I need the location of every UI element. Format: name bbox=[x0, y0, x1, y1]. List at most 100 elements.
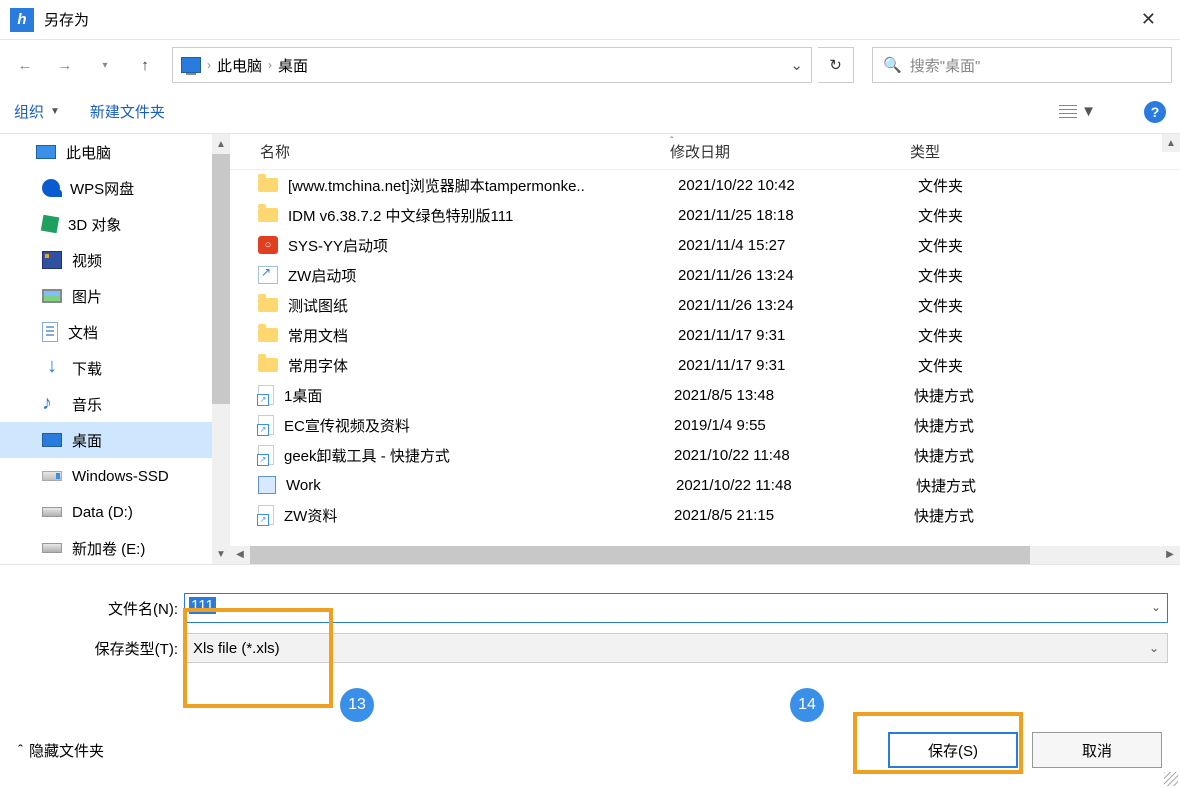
refresh-button[interactable]: ↻ bbox=[818, 47, 854, 83]
file-row[interactable]: IDM v6.38.7.2 中文绿色特别版1112021/11/25 18:18… bbox=[230, 200, 1180, 230]
chevron-down-icon[interactable]: ⌄ bbox=[790, 56, 803, 74]
scroll-left-icon[interactable]: ◀ bbox=[230, 546, 250, 564]
chevron-down-icon: ▼ bbox=[1081, 103, 1096, 120]
video-icon bbox=[42, 251, 62, 269]
file-name: EC宣传视频及资料 bbox=[284, 415, 674, 436]
scrollbar-thumb[interactable] bbox=[250, 546, 1030, 564]
file-type: 文件夹 bbox=[918, 175, 963, 196]
sidebar-item[interactable]: 文档 bbox=[0, 314, 230, 350]
save-button[interactable]: 保存(S) bbox=[888, 732, 1018, 768]
sidebar-item[interactable]: ↓下载 bbox=[0, 350, 230, 386]
path-bar[interactable]: › 此电脑 › 桌面 ⌄ bbox=[172, 47, 812, 83]
back-button[interactable]: ← bbox=[8, 48, 42, 82]
sidebar-item-label: 音乐 bbox=[72, 394, 102, 415]
file-row[interactable]: Work2021/10/22 11:48快捷方式 bbox=[230, 470, 1180, 500]
organize-button[interactable]: 组织▼ bbox=[14, 101, 60, 122]
file-pane: 名称 ˆ 修改日期 类型 ▲ [www.tmchina.net]浏览器脚本tam… bbox=[230, 134, 1180, 564]
file-date: 2021/8/5 21:15 bbox=[674, 507, 914, 524]
file-name: geek卸载工具 - 快捷方式 bbox=[284, 445, 674, 466]
help-button[interactable]: ? bbox=[1144, 101, 1166, 123]
resize-grip-icon[interactable] bbox=[1164, 772, 1178, 786]
file-name: 测试图纸 bbox=[288, 295, 678, 316]
sidebar-item[interactable]: 3D 对象 bbox=[0, 206, 230, 242]
sidebar-item[interactable]: Data (D:) bbox=[0, 494, 230, 530]
path-root[interactable]: 此电脑 bbox=[217, 55, 262, 76]
view-mode-button[interactable]: ▼ bbox=[1059, 103, 1096, 120]
sidebar-item[interactable]: Windows-SSD bbox=[0, 458, 230, 494]
link-icon bbox=[258, 445, 274, 465]
file-type: 文件夹 bbox=[918, 355, 963, 376]
cancel-button[interactable]: 取消 bbox=[1032, 732, 1162, 768]
sidebar-item-label: 图片 bbox=[72, 286, 102, 307]
link-icon bbox=[258, 505, 274, 525]
file-type: 快捷方式 bbox=[914, 415, 974, 436]
chevron-up-icon: ˆ bbox=[18, 742, 23, 759]
column-name[interactable]: 名称 ˆ bbox=[230, 141, 660, 162]
annotation-badge: 14 bbox=[790, 688, 824, 722]
scroll-right-icon[interactable]: ▶ bbox=[1160, 546, 1180, 564]
file-date: 2021/11/26 13:24 bbox=[678, 267, 918, 284]
filetype-select[interactable]: Xls file (*.xls) ⌄ bbox=[184, 633, 1168, 663]
file-row[interactable]: [www.tmchina.net]浏览器脚本tamperm​onke..2021… bbox=[230, 170, 1180, 200]
file-name: IDM v6.38.7.2 中文绿色特别版111 bbox=[288, 205, 678, 226]
search-input[interactable]: 🔍 搜索"桌面" bbox=[872, 47, 1172, 83]
sidebar-item[interactable]: 此电脑 bbox=[0, 134, 230, 170]
file-row[interactable]: 常用文档2021/11/17 9:31文件夹 bbox=[230, 320, 1180, 350]
file-date: 2021/8/5 13:48 bbox=[674, 387, 914, 404]
forward-button[interactable]: → bbox=[48, 48, 82, 82]
sidebar-item[interactable]: 新加卷 (E:) bbox=[0, 530, 230, 564]
scroll-up-icon[interactable]: ▲ bbox=[212, 134, 230, 154]
file-row[interactable]: EC宣传视频及资料2019/1/4 9:55快捷方式 bbox=[230, 410, 1180, 440]
sidebar-item-label: 3D 对象 bbox=[68, 214, 121, 235]
file-name: Work bbox=[286, 477, 676, 494]
chevron-down-icon[interactable]: ⌄ bbox=[1151, 600, 1161, 614]
new-folder-button[interactable]: 新建文件夹 bbox=[90, 101, 165, 122]
up-button[interactable]: ↑ bbox=[128, 48, 162, 82]
sidebar-item-label: 此电脑 bbox=[66, 142, 111, 163]
file-type: 文件夹 bbox=[918, 205, 963, 226]
sidebar-item[interactable]: 视频 bbox=[0, 242, 230, 278]
sidebar: 此电脑 WPS网盘 3D 对象视频图片文档 ↓下载♪音乐桌面Windows-SSDDa… bbox=[0, 134, 230, 564]
file-date: 2021/11/4 15:27 bbox=[678, 237, 918, 254]
work-icon bbox=[258, 476, 276, 494]
footer-row: ˆ 隐藏文件夹 保存(S) 取消 bbox=[0, 732, 1180, 768]
sidebar-item-label: 视频 bbox=[72, 250, 102, 271]
file-row[interactable]: 常用字体2021/11/17 9:31文件夹 bbox=[230, 350, 1180, 380]
sidebar-item[interactable]: 桌面 bbox=[0, 422, 230, 458]
header-scroll-up-icon[interactable]: ▲ bbox=[1162, 134, 1180, 152]
sidebar-item[interactable]: 图片 bbox=[0, 278, 230, 314]
folder-icon bbox=[258, 358, 278, 372]
filetype-label: 保存类型(T): bbox=[0, 638, 184, 659]
file-row[interactable]: ○SYS-YY启动项2021/11/4 15:27文件夹 bbox=[230, 230, 1180, 260]
file-row[interactable]: ZW启动项2021/11/26 13:24文件夹 bbox=[230, 260, 1180, 290]
chevron-right-icon: › bbox=[268, 58, 272, 72]
horizontal-scrollbar[interactable]: ◀ ▶ bbox=[230, 546, 1180, 564]
chevron-down-icon[interactable]: ⌄ bbox=[1149, 641, 1159, 655]
sidebar-item[interactable]: ♪音乐 bbox=[0, 386, 230, 422]
dl-icon: ↓ bbox=[42, 359, 62, 377]
hide-folders-button[interactable]: ˆ 隐藏文件夹 bbox=[18, 740, 104, 761]
filename-input[interactable]: 111 ⌄ bbox=[184, 593, 1168, 623]
chevron-down-icon: ▼ bbox=[50, 106, 60, 117]
recent-dropdown-icon[interactable]: ▾ bbox=[88, 48, 122, 82]
sort-asc-icon: ˆ bbox=[670, 136, 673, 147]
close-button[interactable]: ✕ bbox=[1127, 3, 1170, 36]
file-row[interactable]: ZW资料2021/8/5 21:15快捷方式 bbox=[230, 500, 1180, 530]
file-name: SYS-YY启动项 bbox=[288, 235, 678, 256]
sidebar-item[interactable]: WPS网盘 bbox=[0, 170, 230, 206]
filename-label: 文件名(N): bbox=[0, 598, 184, 619]
column-type[interactable]: 类型 bbox=[900, 141, 940, 162]
column-date[interactable]: 修改日期 bbox=[660, 141, 900, 162]
file-type: 快捷方式 bbox=[914, 445, 974, 466]
sidebar-scrollbar[interactable]: ▲ ▼ bbox=[212, 134, 230, 564]
annotation-badge: 13 bbox=[340, 688, 374, 722]
sidebar-item-label: 文档 bbox=[68, 322, 98, 343]
scroll-down-icon[interactable]: ▼ bbox=[212, 544, 230, 564]
file-row[interactable]: 测试图纸2021/11/26 13:24文件夹 bbox=[230, 290, 1180, 320]
ssd-icon bbox=[42, 471, 62, 481]
scrollbar-thumb[interactable] bbox=[212, 154, 230, 404]
file-row[interactable]: 1桌面2021/8/5 13:48快捷方式 bbox=[230, 380, 1180, 410]
path-current[interactable]: 桌面 bbox=[278, 55, 308, 76]
file-row[interactable]: geek卸载工具 - 快捷方式2021/10/22 11:48快捷方式 bbox=[230, 440, 1180, 470]
file-type: 快捷方式 bbox=[914, 385, 974, 406]
